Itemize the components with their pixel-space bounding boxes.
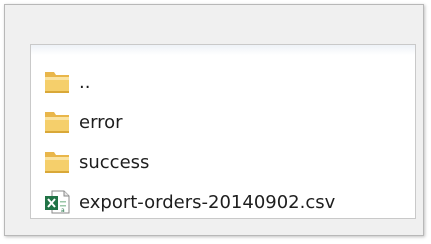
folder-icon xyxy=(45,112,69,133)
list-item-csv-file[interactable]: a export-orders-20140902.csv xyxy=(43,182,335,222)
file-name: .. xyxy=(79,71,91,93)
list-item-success-folder[interactable]: success xyxy=(43,142,335,182)
file-list: .. error success a export-orders-2014090… xyxy=(43,62,335,222)
dialog-window: .. error success a export-orders-2014090… xyxy=(4,4,424,236)
file-list-pane[interactable]: .. error success a export-orders-2014090… xyxy=(30,44,416,219)
excel-csv-icon: a xyxy=(45,190,70,214)
folder-icon xyxy=(45,72,69,93)
folder-icon xyxy=(45,152,69,173)
svg-text:a: a xyxy=(61,207,65,214)
list-item-error-folder[interactable]: error xyxy=(43,102,335,142)
file-name: error xyxy=(79,111,123,133)
file-name: success xyxy=(79,151,150,173)
file-name: export-orders-20140902.csv xyxy=(79,191,336,213)
list-item-parent-folder[interactable]: .. xyxy=(43,62,335,102)
file-list-header-strip xyxy=(31,45,415,55)
